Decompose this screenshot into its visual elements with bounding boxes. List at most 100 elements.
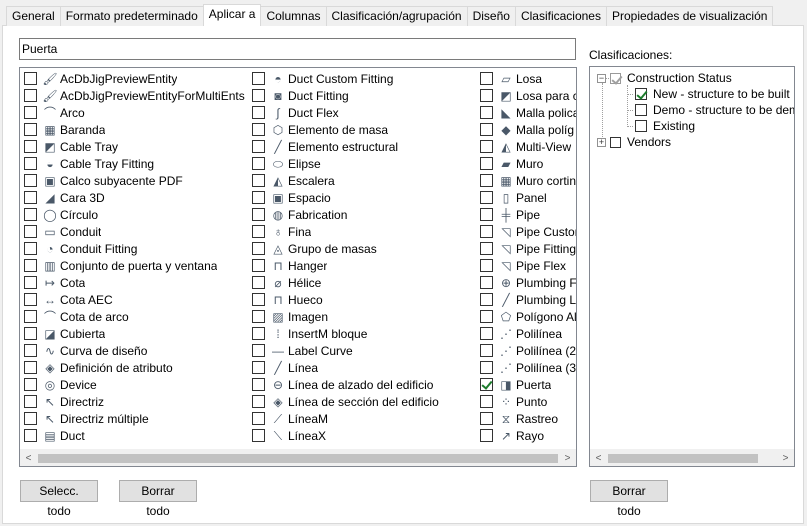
tree-node-status-option[interactable]: Demo - structure to be demolished [627,102,794,118]
scroll-left-arrow-icon[interactable]: < [20,450,37,466]
object-type-checkbox[interactable] [24,89,37,102]
scrollbar-thumb[interactable] [38,454,558,463]
tab-0[interactable]: General [6,6,61,26]
scroll-left-arrow-icon[interactable]: < [590,450,607,466]
object-type-item[interactable]: ◩ Cable Tray [24,138,245,155]
object-type-item[interactable]: ↗ Rayo [480,427,576,444]
object-type-checkbox[interactable] [24,378,37,391]
object-type-item[interactable]: ▣ Espacio [252,189,439,206]
tree-checkbox[interactable] [635,120,647,132]
tree-node-status-option[interactable]: Existing [627,118,695,134]
object-type-item[interactable]: 🖌 AcDbJigPreviewEntityForMultiEnts [24,87,245,104]
object-type-item[interactable]: ▣ Calco subyacente PDF [24,172,245,189]
object-type-checkbox[interactable] [480,123,493,136]
tree-node-status-option[interactable]: New - structure to be built [627,86,790,102]
object-type-checkbox[interactable] [24,344,37,357]
object-type-item[interactable]: ⋰ Polilínea [480,325,576,342]
object-type-checkbox[interactable] [252,72,265,85]
object-type-item[interactable]: ◍ Fabrication [252,206,439,223]
object-type-checkbox[interactable] [480,72,493,85]
tree-node-vendors[interactable]: + Vendors [597,134,671,150]
object-type-checkbox[interactable] [252,412,265,425]
object-type-checkbox[interactable] [480,106,493,119]
tree-node-construction-status[interactable]: − Construction Status [597,70,732,86]
object-type-checkbox[interactable] [24,276,37,289]
object-type-item[interactable]: ◢ Cara 3D [24,189,245,206]
tree-checkbox[interactable] [635,104,647,116]
object-type-item[interactable]: ⊓ Hanger [252,257,439,274]
object-type-checkbox[interactable] [24,361,37,374]
object-type-item[interactable]: ⬭ Elipse [252,155,439,172]
object-type-checkbox[interactable] [252,344,265,357]
object-type-item[interactable]: ▱ Losa [480,70,576,87]
object-type-checkbox[interactable] [252,276,265,289]
object-type-checkbox[interactable] [252,89,265,102]
object-type-item[interactable]: ▦ Baranda [24,121,245,138]
object-type-checkbox[interactable] [252,310,265,323]
object-type-checkbox[interactable] [480,378,493,391]
object-type-checkbox[interactable] [480,157,493,170]
object-type-checkbox[interactable] [252,106,265,119]
object-type-checkbox[interactable] [480,429,493,442]
object-type-item[interactable]: ╪ Pipe [480,206,576,223]
clear-all-button[interactable]: Borrar todo [119,480,197,518]
tree-checkbox[interactable] [610,72,621,84]
object-type-checkbox[interactable] [24,429,37,442]
object-type-item[interactable]: ⌀ Hélice [252,274,439,291]
classifications-tree[interactable]: − Construction Status New - structure to… [589,66,795,467]
object-type-checkbox[interactable] [252,174,265,187]
object-type-checkbox[interactable] [480,140,493,153]
tab-4[interactable]: Clasificación/agrupación [325,6,468,26]
object-type-checkbox[interactable] [24,242,37,255]
object-type-item[interactable]: — Label Curve [252,342,439,359]
object-type-item[interactable]: ▭ Conduit [24,223,245,240]
object-type-item[interactable]: ▯ Panel [480,189,576,206]
scrollbar-thumb[interactable] [608,454,758,463]
object-type-item[interactable]: ⟋ LíneaM [252,410,439,427]
object-type-checkbox[interactable] [24,225,37,238]
object-type-checkbox[interactable] [252,395,265,408]
object-type-checkbox[interactable] [24,174,37,187]
object-type-item[interactable]: ◪ Cubierta [24,325,245,342]
object-type-checkbox[interactable] [480,412,493,425]
clear-all-classifications-button[interactable]: Borrar todo [590,480,668,518]
object-type-checkbox[interactable] [252,361,265,374]
object-type-checkbox[interactable] [480,361,493,374]
object-type-checkbox[interactable] [480,191,493,204]
object-type-checkbox[interactable] [480,276,493,289]
object-type-item[interactable]: ♁ Fina [252,223,439,240]
object-type-item[interactable]: ◣ Malla polica [480,104,576,121]
object-type-item[interactable]: ⁘ Punto [480,393,576,410]
object-type-item[interactable]: ↖ Directriz [24,393,245,410]
object-type-checkbox[interactable] [252,191,265,204]
object-type-checkbox[interactable] [24,72,37,85]
object-type-checkbox[interactable] [480,259,493,272]
object-type-item[interactable]: ▨ Imagen [252,308,439,325]
object-type-checkbox[interactable] [252,429,265,442]
object-type-checkbox[interactable] [24,293,37,306]
object-type-item[interactable]: ◨ Puerta [480,376,576,393]
object-type-checkbox[interactable] [252,123,265,136]
object-type-checkbox[interactable] [252,242,265,255]
object-type-item[interactable]: ◭ Escalera [252,172,439,189]
object-type-checkbox[interactable] [480,208,493,221]
tab-5[interactable]: Diseño [466,6,516,26]
object-type-checkbox[interactable] [252,225,265,238]
tree-checkbox[interactable] [610,136,621,148]
object-type-checkbox[interactable] [24,208,37,221]
object-type-checkbox[interactable] [24,157,37,170]
object-type-checkbox[interactable] [480,174,493,187]
object-type-item[interactable]: ∿ Curva de diseño [24,342,245,359]
object-type-item[interactable]: ◓ Duct Custom Fitting [252,70,439,87]
object-type-checkbox[interactable] [252,140,265,153]
object-type-item[interactable]: ⊓ Hueco [252,291,439,308]
object-type-item[interactable]: ◬ Grupo de masas [252,240,439,257]
object-type-item[interactable]: ╱ Plumbing L [480,291,576,308]
object-type-checkbox[interactable] [24,395,37,408]
object-type-checkbox[interactable] [480,89,493,102]
object-type-item[interactable]: ◹ Pipe Fitting [480,240,576,257]
object-type-checkbox[interactable] [480,395,493,408]
object-type-item[interactable]: ◹ Pipe Flex [480,257,576,274]
object-type-item[interactable]: ╱ Línea [252,359,439,376]
object-type-checkbox[interactable] [480,225,493,238]
